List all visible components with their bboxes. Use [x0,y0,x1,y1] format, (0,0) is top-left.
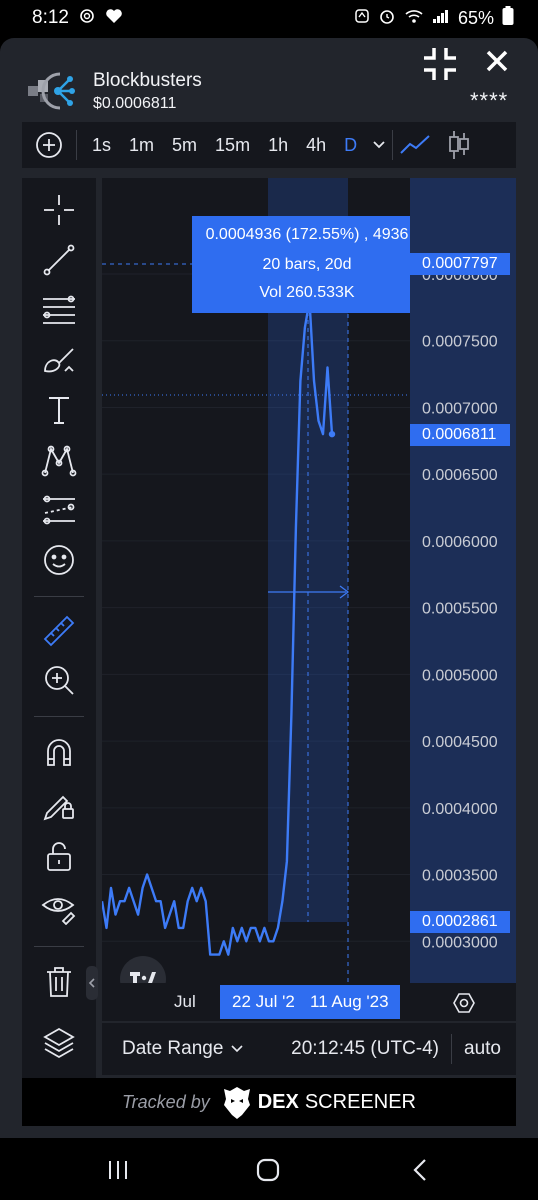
magnet-icon[interactable] [22,730,96,774]
token-logo [26,70,82,112]
time-range-start: 22 Jul '2 [232,992,295,1011]
ruler-icon[interactable] [22,608,96,652]
price-axis-label: 0.0003000 [422,934,498,951]
battery-icon [502,6,514,30]
back-icon[interactable] [390,1150,450,1190]
layers-icon[interactable] [22,1020,96,1064]
tooltip-volume: Vol 260.533K [259,284,355,301]
timeframe-4h[interactable]: 4h [297,122,335,168]
battery-percent: 65% [457,7,494,28]
text-icon[interactable] [22,388,96,432]
fib-retracement-icon[interactable] [22,288,96,332]
timeframe-15m[interactable]: 15m [206,122,259,168]
zoom-in-icon[interactable] [22,658,96,702]
home-icon[interactable] [238,1150,298,1190]
token-name: Blockbusters [93,70,202,91]
visibility-icon[interactable] [22,886,96,930]
chart-toolbar: 1s 1m 5m 15m 1h 4h D [22,122,516,168]
date-range-button[interactable]: Date Range [102,1038,243,1060]
tool-divider [34,716,84,717]
current-price-tag: 0.0006811 [410,424,510,446]
status-bar: 8:12 65% [0,0,538,36]
price-axis-label: 0.0005500 [422,601,498,618]
toolbar-divider [76,130,77,160]
price-axis-label: 0.0007000 [422,400,498,417]
price-axis-highlight [410,178,516,988]
chevron-down-icon[interactable] [366,122,392,168]
price-axis-label: 0.0003500 [422,868,498,885]
tooltip-bars: 20 bars, 20d [262,256,352,273]
chart-clock: 20:12:45 (UTC-4) [291,1038,440,1059]
alarm-icon [378,7,396,29]
date-range-label: Date Range [122,1038,224,1059]
close-icon[interactable] [480,44,514,78]
trash-icon[interactable] [22,960,96,1004]
recent-apps-icon[interactable] [88,1150,148,1190]
timeframe-1h[interactable]: 1h [259,122,297,168]
brush-icon[interactable] [22,338,96,382]
line-chart-icon[interactable] [393,122,437,168]
last-price-point [328,430,336,438]
drawing-toolbar [22,178,98,1078]
recycle-icon [354,8,370,28]
high-price-tag: 0.0007797 [410,253,510,275]
price-axis-label: 0.0006500 [422,467,498,484]
low-price-tag: 0.0002861 [410,911,510,933]
emoji-icon[interactable] [22,538,96,582]
timeframe-1s[interactable]: 1s [83,122,120,168]
brand-dex: DEX [257,1090,299,1113]
settings-icon[interactable] [452,991,476,1015]
candlestick-icon[interactable] [437,122,481,168]
time-range-end: 11 Aug '23 [310,992,389,1011]
app-window: Blockbusters $0.0006811 **** 1s 1m 5m 15… [0,38,538,1138]
header: Blockbusters $0.0006811 **** [0,38,538,120]
heart-icon [105,8,123,28]
collapse-icon[interactable] [420,44,460,84]
tracked-by-label: Tracked by [122,1091,210,1112]
lock-drawing-icon[interactable] [22,782,96,826]
price-chart[interactable]: 0.0008000 0.0007500 0.0007000 0.0006500 0.00… [102,178,516,1018]
trend-line-icon[interactable] [22,238,96,282]
price-axis-label: 0.0006000 [422,534,498,551]
tracked-by-footer[interactable]: Tracked by DEX SCREENER [22,1078,516,1126]
time-axis[interactable]: Jul 22 Jul '2 11 Aug '23 [102,983,516,1021]
price-axis-label: 0.0004500 [422,734,498,751]
token-price: $0.0006811 [93,95,177,112]
wifi-icon [404,8,424,28]
signal-icon [432,8,450,28]
pattern-icon[interactable] [22,438,96,482]
status-time: 8:12 [32,7,69,28]
price-axis-label: 0.0005000 [422,667,498,684]
forecast-icon[interactable] [22,488,96,532]
system-nav-bar [0,1140,538,1200]
crosshair-icon[interactable] [22,188,96,232]
tool-divider [34,946,84,947]
token-rating: **** [470,88,509,113]
dexscreener-logo-icon [223,1087,250,1119]
timeframe-d[interactable]: D [335,122,366,168]
price-axis-label: 0.0004000 [422,801,498,818]
data-saver-icon [79,8,95,28]
price-axis-label: 0.0007500 [422,334,498,351]
chevron-down-icon [231,1045,243,1053]
add-indicator-button[interactable] [22,122,76,168]
timeframe-1m[interactable]: 1m [120,122,163,168]
chart-bottom-bar: Date Range 20:12:45 (UTC-4) auto [102,1023,516,1075]
auto-scale-button[interactable]: auto [452,1038,516,1060]
brand-screener: SCREENER [304,1090,416,1113]
timeframe-5m[interactable]: 5m [163,122,206,168]
tooltip-change: 0.0004936 (172.55%) , 4936 [205,226,409,243]
measure-tooltip: 0.0004936 (172.55%) , 4936 20 bars, 20d … [192,216,410,313]
time-label-month: Jul [174,992,196,1011]
tool-divider [34,596,84,597]
collapse-toolbar-handle[interactable] [86,966,98,1000]
unlock-icon[interactable] [22,834,96,878]
